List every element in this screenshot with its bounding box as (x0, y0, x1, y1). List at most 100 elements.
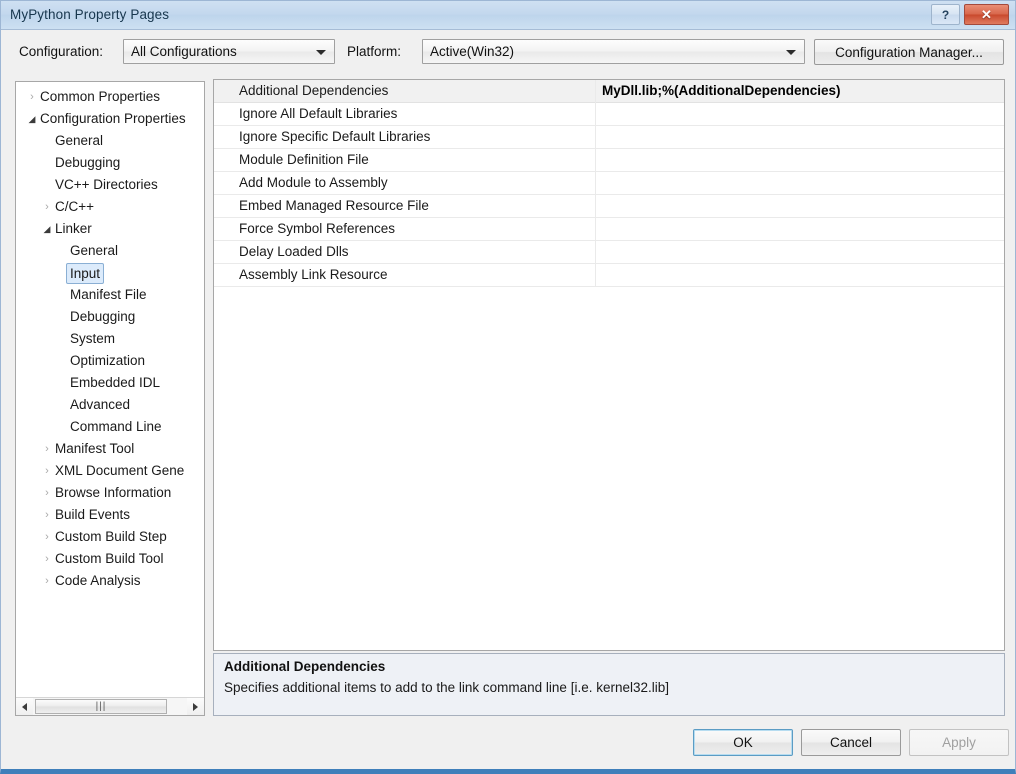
property-row[interactable]: Add Module to Assembly (214, 172, 1004, 195)
column-divider[interactable] (595, 126, 596, 149)
tree-item-linker[interactable]: ◢ Linker (16, 218, 204, 240)
tree-item-system[interactable]: System (16, 328, 204, 350)
tree-item-label: Advanced (70, 397, 131, 412)
property-row[interactable]: Embed Managed Resource File (214, 195, 1004, 218)
column-divider[interactable] (595, 172, 596, 195)
tree-item-advanced[interactable]: Advanced (16, 394, 204, 416)
tree-item-manifest-tool[interactable]: › Manifest Tool (16, 438, 204, 460)
property-grid-rows: Additional Dependencies MyDll.lib;%(Addit… (214, 80, 1004, 287)
apply-button[interactable]: Apply (909, 729, 1009, 756)
tree-item-label: Common Properties (40, 89, 161, 104)
chevron-collapsed-icon[interactable]: › (41, 570, 53, 592)
configuration-dropdown[interactable]: All Configurations (123, 39, 335, 64)
chevron-expanded-icon[interactable]: ◢ (41, 218, 53, 240)
chevron-collapsed-icon[interactable]: › (41, 548, 53, 570)
tree-item-embedded-idl[interactable]: Embedded IDL (16, 372, 204, 394)
platform-dropdown[interactable]: Active(Win32) (422, 39, 805, 64)
tree-item-label: Browse Information (55, 485, 172, 500)
property-name: Ignore All Default Libraries (239, 106, 398, 121)
property-name: Additional Dependencies (239, 83, 389, 98)
cancel-button[interactable]: Cancel (801, 729, 901, 756)
description-pane: Additional Dependencies Specifies additi… (213, 653, 1005, 716)
tree-item-label: Manifest Tool (55, 441, 135, 456)
chevron-collapsed-icon[interactable]: › (41, 482, 53, 504)
property-name: Add Module to Assembly (239, 175, 388, 190)
chevron-collapsed-icon[interactable]: › (26, 86, 38, 108)
property-name: Embed Managed Resource File (239, 198, 429, 213)
property-row[interactable]: Delay Loaded Dlls (214, 241, 1004, 264)
chevron-expanded-icon[interactable]: ◢ (26, 108, 38, 130)
tree-item-browse-information[interactable]: › Browse Information (16, 482, 204, 504)
ok-button[interactable]: OK (693, 729, 793, 756)
chevron-down-icon (316, 50, 326, 55)
tree-item-debugging[interactable]: Debugging (16, 152, 204, 174)
property-grid[interactable]: Additional Dependencies MyDll.lib;%(Addit… (213, 79, 1005, 651)
properties-tree[interactable]: › Common Properties ◢ Configuration Propert… (15, 81, 205, 716)
scroll-left-icon[interactable] (16, 698, 33, 715)
column-divider[interactable] (595, 264, 596, 287)
tree-item-configuration-properties[interactable]: ◢ Configuration Properties (16, 108, 204, 130)
tree-item-label: Optimization (70, 353, 146, 368)
tree-item-custom-build-step[interactable]: › Custom Build Step (16, 526, 204, 548)
tree-item-label: Command Line (70, 419, 162, 434)
tree-item-common-properties[interactable]: › Common Properties (16, 86, 204, 108)
tree-item-command-line[interactable]: Command Line (16, 416, 204, 438)
tree-item-label: Debugging (55, 155, 121, 170)
property-row[interactable]: Force Symbol References (214, 218, 1004, 241)
tree-item-label: Debugging (70, 309, 136, 324)
column-divider[interactable] (595, 218, 596, 241)
tree-item-input[interactable]: Input (16, 262, 204, 284)
column-divider[interactable] (595, 149, 596, 172)
help-icon[interactable]: ? (931, 4, 960, 25)
configuration-label: Configuration: (19, 44, 104, 59)
tree-item-label: Custom Build Step (55, 529, 167, 544)
scrollbar-grip: ||| (95, 700, 107, 712)
tree-item-general[interactable]: General (16, 240, 204, 262)
chevron-collapsed-icon[interactable]: › (41, 196, 53, 218)
column-divider[interactable] (595, 103, 596, 126)
property-row[interactable]: Additional Dependencies MyDll.lib;%(Addit… (214, 80, 1004, 103)
tree-item-label: C/C++ (55, 199, 95, 214)
tree-item-optimization[interactable]: Optimization (16, 350, 204, 372)
configuration-manager-button[interactable]: Configuration Manager... (814, 39, 1004, 65)
tree-item-general[interactable]: General (16, 130, 204, 152)
tree-item-debugging[interactable]: Debugging (16, 306, 204, 328)
tree-item-xml-document-gene[interactable]: › XML Document Gene (16, 460, 204, 482)
tree-item-label: VC++ Directories (55, 177, 158, 192)
scroll-right-icon[interactable] (187, 698, 204, 715)
property-value[interactable]: MyDll.lib;%(AdditionalDependencies) (602, 83, 841, 98)
property-row[interactable]: Module Definition File (214, 149, 1004, 172)
tree-item-label: Build Events (55, 507, 131, 522)
tree-item-custom-build-tool[interactable]: › Custom Build Tool (16, 548, 204, 570)
tree-item-vc-directories[interactable]: VC++ Directories (16, 174, 204, 196)
column-divider[interactable] (595, 241, 596, 264)
chevron-collapsed-icon[interactable]: › (41, 438, 53, 460)
property-name: Ignore Specific Default Libraries (239, 129, 431, 144)
scrollbar-thumb[interactable]: ||| (35, 699, 167, 714)
chevron-collapsed-icon[interactable]: › (41, 504, 53, 526)
chevron-collapsed-icon[interactable]: › (41, 526, 53, 548)
property-row[interactable]: Ignore Specific Default Libraries (214, 126, 1004, 149)
tree-item-manifest-file[interactable]: Manifest File (16, 284, 204, 306)
dialog-buttons: OK Cancel Apply (1, 729, 1015, 769)
close-icon[interactable]: ✕ (964, 4, 1009, 25)
title-bar-buttons: ? ✕ (931, 4, 1009, 25)
property-row[interactable]: Assembly Link Resource (214, 264, 1004, 287)
tree-item-label: Input (66, 263, 105, 284)
tree-item-build-events[interactable]: › Build Events (16, 504, 204, 526)
property-row[interactable]: Ignore All Default Libraries (214, 103, 1004, 126)
chevron-collapsed-icon[interactable]: › (41, 460, 53, 482)
tree-item-label: Code Analysis (55, 573, 141, 588)
tree-item-label: Configuration Properties (40, 111, 186, 126)
tree-item-c-c[interactable]: › C/C++ (16, 196, 204, 218)
platform-label: Platform: (347, 44, 402, 59)
window-title: MyPython Property Pages (10, 7, 170, 22)
configuration-bar: Configuration: All Configurations Platfo… (1, 31, 1015, 75)
tree-item-code-analysis[interactable]: › Code Analysis (16, 570, 204, 592)
tree-horizontal-scrollbar[interactable]: ||| (16, 697, 204, 715)
tree-item-label: Linker (55, 221, 92, 236)
column-divider[interactable] (595, 80, 596, 103)
configuration-value: All Configurations (131, 44, 237, 59)
column-divider[interactable] (595, 195, 596, 218)
property-pages-dialog: MyPython Property Pages ? ✕ Configuratio… (0, 0, 1016, 774)
